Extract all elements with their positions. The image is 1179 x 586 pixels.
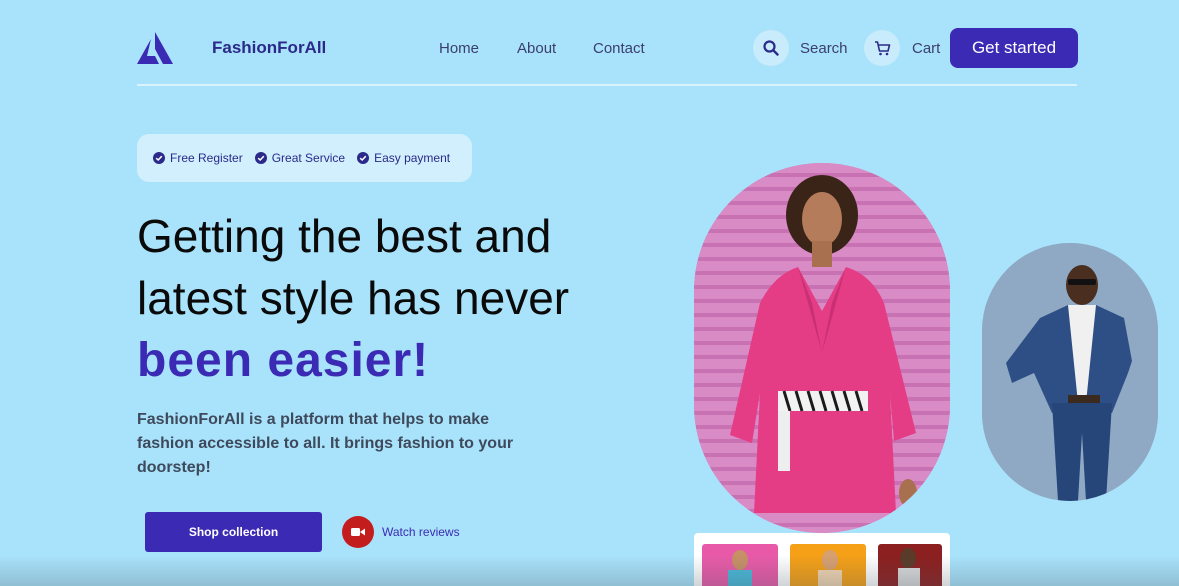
cart-label[interactable]: Cart (912, 40, 940, 57)
check-circle-icon (357, 152, 370, 164)
bottom-shade (0, 555, 1179, 586)
thumbnail-image (818, 550, 842, 586)
badge-easy-payment: Easy payment (357, 151, 450, 165)
feature-badges: Free Register Great Service Easy payment (137, 134, 472, 182)
thumbnail-strip (694, 533, 950, 586)
woman-pink-suit-image (694, 163, 950, 533)
badge-free-register: Free Register (153, 151, 243, 165)
nav-about[interactable]: About (517, 40, 556, 57)
hero-headline: Getting the best and latest style has ne… (137, 205, 569, 329)
thumbnail-image (898, 548, 920, 586)
cart-icon (874, 41, 890, 56)
badge-great-service: Great Service (254, 151, 346, 165)
check-circle-icon (254, 152, 267, 164)
video-button[interactable] (342, 516, 374, 548)
video-camera-icon (351, 528, 365, 536)
watch-reviews-label[interactable]: Watch reviews (382, 525, 460, 539)
search-icon (763, 40, 779, 56)
hero-photo-man (982, 243, 1158, 501)
headline-accent: been easier! (137, 334, 430, 387)
nav-contact[interactable]: Contact (593, 40, 645, 57)
logo-icon[interactable] (137, 32, 173, 64)
shop-collection-button[interactable]: Shop collection (145, 512, 322, 552)
badge-label: Great Service (271, 151, 346, 165)
hero-description: FashionForAll is a platform that helps t… (137, 411, 514, 476)
headline-line-2: latest style has never (137, 272, 570, 324)
get-started-button[interactable]: Get started (950, 28, 1078, 68)
badge-label: Free Register (170, 151, 243, 165)
check-circle-icon (153, 152, 165, 164)
brand-name[interactable]: FashionForAll (212, 38, 326, 58)
search-label[interactable]: Search (800, 40, 848, 57)
cart-button[interactable] (864, 30, 900, 66)
headline-line-1: Getting the best and (137, 210, 552, 262)
hero-photo-woman (694, 163, 950, 533)
thumbnail-1[interactable] (702, 544, 778, 586)
nav-home[interactable]: Home (439, 40, 479, 57)
badge-label: Easy payment (374, 151, 451, 165)
search-button[interactable] (753, 30, 789, 66)
man-blue-suit-image (982, 243, 1158, 501)
watch-reviews-link[interactable]: Watch reviews (342, 516, 460, 548)
thumbnail-image (728, 550, 752, 586)
thumbnail-2[interactable] (790, 544, 866, 586)
thumbnail-3[interactable] (878, 544, 942, 586)
header-divider (137, 84, 1077, 86)
